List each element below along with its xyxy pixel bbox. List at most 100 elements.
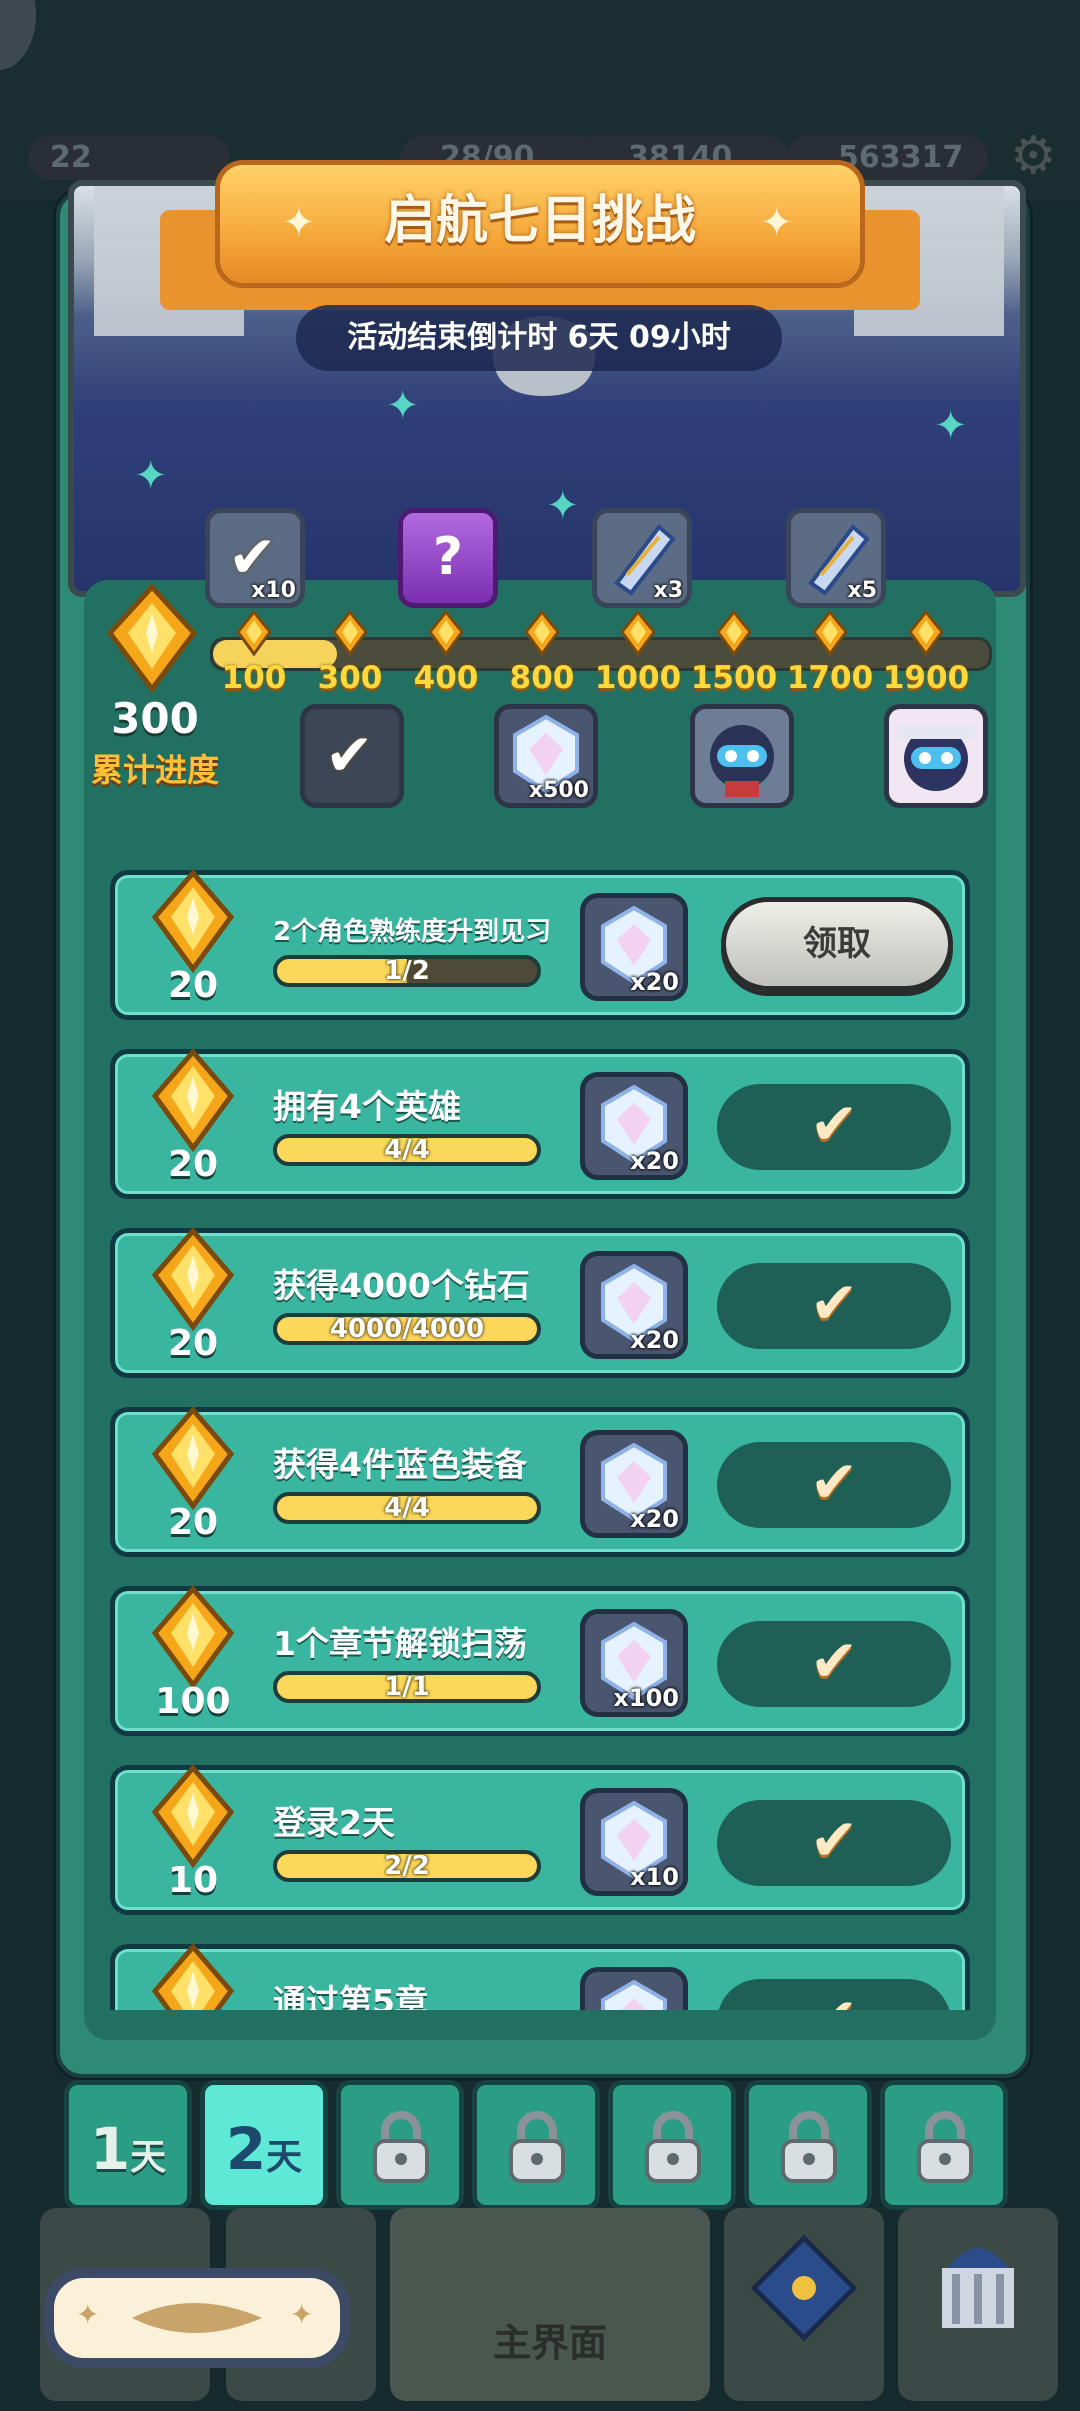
accumulated-points-label: 累计进度 [90,751,219,789]
milestone-reward-8[interactable] [884,704,988,808]
reward-qty: x20 [630,1147,679,1175]
sparkle-icon: ✦ [386,383,420,429]
milestone-reward-4[interactable]: x5 [786,508,886,608]
task-card: 100 1个章节解锁扫荡 1/1 x100 ✔ [110,1585,970,1736]
task-card: 20 获得4000个钻石 4000/4000 x20 ✔ [110,1227,970,1378]
padlock-icon [645,2111,701,2183]
day-unit: 天 [130,2137,167,2178]
task-card: 20 获得4件蓝色装备 4/4 x20 ✔ [110,1406,970,1557]
reward-qty: x3 [653,578,684,603]
milestone-reward-6[interactable]: x500 [494,704,598,808]
task-title: 2个角色熟练度升到见习 [273,917,552,947]
task-points-diamond-icon [151,1943,235,2010]
accumulated-points-value: 300 [111,694,199,743]
check-icon: ✔ [809,1269,859,1337]
completed-button: ✔ [717,1084,951,1170]
milestone-reward-1[interactable]: ✔ x10 [205,508,305,608]
task-title: 1个章节解锁扫荡 [273,1624,527,1663]
task-reward[interactable]: x100 [580,1609,688,1717]
nav-button-5[interactable] [898,2208,1058,2401]
task-progress-bar: 4/4 [273,1492,541,1524]
completed-button: ✔ [717,1442,951,1528]
reward-qty: x20 [630,1505,679,1533]
task-points-diamond-icon [151,1585,235,1689]
padlock-icon [917,2111,973,2183]
claimed-check-icon: ✔ [325,721,374,789]
task-points-diamond-icon [151,869,235,973]
task-reward[interactable]: x20 [580,893,688,1001]
day-tab-locked[interactable] [336,2080,464,2210]
task-points-diamond-icon [151,1227,235,1331]
player-level-badge: 22 [28,136,230,180]
milestone-diamond-icon [428,610,464,656]
task-points-diamond-icon [151,1048,235,1152]
day-tab-1[interactable]: 1天 [64,2080,192,2210]
event-countdown: 活动结束倒计时 6天 09小时 [296,305,782,371]
milestone-diamond-icon [620,610,656,656]
day-tab-locked[interactable] [744,2080,872,2210]
milestone-threshold-label: 300 [317,660,383,696]
reward-qty: x100 [613,1684,679,1712]
milestone-threshold-label: 1000 [594,660,682,696]
task-reward[interactable]: x20 [580,1251,688,1359]
day-tab-locked[interactable] [880,2080,1008,2210]
milestone-diamond-icon [908,610,944,656]
task-title: 通过第5章 [273,1982,428,2010]
check-icon: ✔ [717,1985,951,2010]
day-number: 1 [89,2115,131,2183]
nav-home-label: 主界面 [492,2321,607,2365]
milestone-diamond-icon [332,610,368,656]
reward-qty: x500 [528,778,589,803]
sparkle-icon: ✦ [134,453,168,499]
task-card: 10 登录2天 2/2 x10 ✔ [110,1764,970,1915]
milestone-threshold-label: 1700 [786,660,874,696]
task-progress-text: 1/1 [384,1672,430,1702]
completed-button: ✔ [717,1979,951,2010]
nav-button-4[interactable] [724,2208,884,2401]
task-points-diamond-icon [151,1764,235,1868]
task-progress-text: 4000/4000 [329,1314,485,1344]
milestone-reward-5[interactable]: ✔ [300,704,404,808]
task-points: 20 [167,1323,219,1364]
check-icon: ✔ [809,1806,859,1874]
temple-icon [942,2248,1014,2328]
completed-button: ✔ [717,1621,951,1707]
task-title: 获得4000个钻石 [273,1266,530,1305]
task-reward[interactable]: x20 [580,1072,688,1180]
check-icon: ✔ [809,1448,859,1516]
claim-button[interactable]: 领取 [721,897,953,991]
day-tab-2[interactable]: 2天 [200,2080,328,2210]
milestone-reward-3[interactable]: x3 [592,508,692,608]
milestone-threshold-label: 800 [509,660,575,696]
event-title: 启航七日挑战 [383,191,696,251]
day-unit: 天 [266,2137,303,2178]
task-progress-text: 4/4 [384,1493,430,1523]
task-progress-bar: 4/4 [273,1134,541,1166]
padlock-icon [781,2111,837,2183]
task-reward[interactable]: x10 [580,1788,688,1896]
skill-orb-button[interactable]: ✦ ✦ [44,2268,350,2368]
player-level: 22 [50,140,92,175]
reward-qty: x20 [630,1326,679,1354]
milestone-threshold-label: 1900 [882,660,970,696]
milestone-reward-2[interactable]: ? [398,508,498,608]
settings-gear-icon[interactable]: ⚙ [1010,130,1057,182]
task-reward[interactable] [580,1967,688,2010]
day-number: 2 [225,2115,267,2183]
emblem-icon [132,2303,262,2333]
milestone-threshold-label: 400 [413,660,479,696]
sparkle-icon: ✦ [546,483,580,529]
diamond-crystal-icon [601,1979,667,2010]
task-list[interactable]: 20 2个角色熟练度升到见习 1/2 x20 领取 20 拥有4个英雄 4/4 x20 ✔ 20 获得… [84,860,996,2010]
task-reward[interactable]: x20 [580,1430,688,1538]
task-title: 拥有4个英雄 [273,1087,461,1126]
milestone-reward-7[interactable] [690,704,794,808]
reward-qty: x5 [847,578,878,603]
sparkle-icon: ✦ [76,2298,100,2331]
day-tab-locked[interactable] [472,2080,600,2210]
task-points: 20 [167,1502,219,1543]
points-diamond-icon [106,583,198,693]
milestone-threshold-label: 100 [221,660,287,696]
day-tab-locked[interactable] [608,2080,736,2210]
nav-home-button[interactable] [390,2208,710,2401]
